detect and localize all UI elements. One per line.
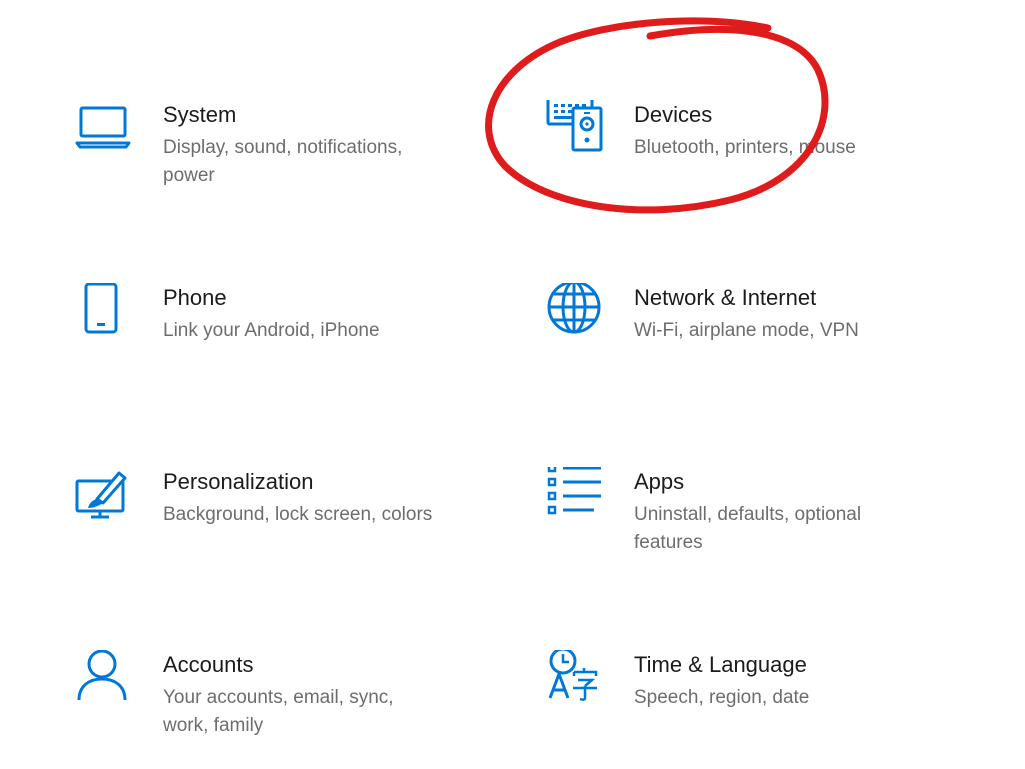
tile-title: Apps — [634, 469, 685, 494]
time-language-icon — [546, 650, 610, 714]
devices-icon — [546, 100, 610, 164]
tile-description: Uninstall, defaults, optional features — [634, 504, 862, 553]
tile-title: System — [163, 102, 237, 127]
tile-description: Background, lock screen, colors — [163, 504, 433, 525]
tile-title: Devices — [634, 102, 713, 127]
tile-title: Phone — [163, 285, 227, 310]
phone-icon — [75, 283, 139, 347]
tile-description: Your accounts, email, sync, work, family — [163, 687, 394, 736]
tile-description: Wi-Fi, airplane mode, VPN — [634, 320, 859, 341]
settings-category-grid: System Display, sound, notifications, po… — [0, 0, 1025, 769]
globe-icon — [546, 283, 610, 347]
tile-description: Display, sound, notifications, power — [163, 137, 403, 186]
tile-description: Link your Android, iPhone — [163, 320, 380, 341]
apps-list-icon — [546, 467, 610, 531]
tile-title: Accounts — [163, 652, 254, 677]
tile-description: Bluetooth, printers, mouse — [634, 137, 856, 158]
tile-title: Network & Internet — [634, 285, 817, 310]
person-icon — [75, 650, 139, 714]
personalization-icon — [75, 467, 139, 531]
tile-title: Time & Language — [634, 652, 807, 677]
tile-description: Speech, region, date — [634, 687, 810, 708]
tile-title: Personalization — [163, 469, 314, 494]
laptop-icon — [75, 100, 139, 164]
